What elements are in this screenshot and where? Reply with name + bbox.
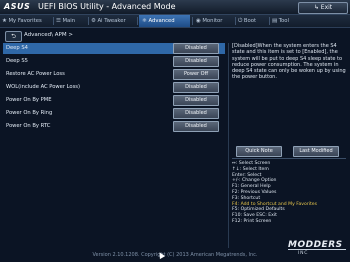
setting-row-power-on-by-ring[interactable]: Power On By Ring Disabled [3,108,225,119]
power-icon: ⏻ [238,18,243,24]
setting-row-power-on-by-pme[interactable]: Power On By PME Disabled [3,95,225,106]
setting-value-button[interactable]: Disabled [173,108,219,119]
star-icon: ★ [2,18,7,24]
breadcrumb: Advanced\ APM > [24,32,73,38]
tab-bar: ★ My Favorites ☰ Main ⚙ Ai Tweaker ⚛ Advance… [0,15,350,28]
asus-logo: ASUS [4,2,31,11]
tool-icon: ▤ [272,18,278,24]
setting-value-button[interactable]: Power Off [173,69,219,80]
setting-value-button[interactable]: Disabled [173,56,219,67]
tab-ai-tweaker[interactable]: ⚙ Ai Tweaker [91,15,135,27]
tweaker-icon: ⚙ [91,18,96,24]
key-legend: ↔: Select Screen ↑↓: Select Item Enter: … [232,161,346,225]
setting-label: Power On By RTC [6,123,51,129]
setting-value-button[interactable]: Disabled [173,43,219,54]
setting-value-button[interactable]: Disabled [173,121,219,132]
monitor-icon: ◉ [196,18,201,24]
setting-row-restore-ac-power-loss[interactable]: Restore AC Power Loss Power Off [3,69,225,80]
watermark-divider [288,249,346,250]
setting-label: Restore AC Power Loss [6,71,65,77]
setting-label: Power On By Ring [6,110,53,116]
setting-label: WOL(include AC Power Loss) [6,84,81,90]
setting-row-power-on-by-rtc[interactable]: Power On By RTC Disabled [3,121,225,132]
setting-label: Deep S4 [6,45,28,51]
back-button[interactable]: ⮌ [5,31,22,42]
exit-label: Exit [320,4,333,11]
last-modified-button[interactable]: Last Modified [293,146,339,157]
setting-row-deep-s5[interactable]: Deep S5 Disabled [3,56,225,67]
tab-advanced[interactable]: ⚛ Advanced [139,15,190,27]
quick-note-button[interactable]: Quick Note [236,146,282,157]
list-icon: ☰ [56,18,61,24]
setting-label: Power On By PME [6,97,52,103]
watermark-subtitle: INC [298,251,309,256]
window-title: UEFI BIOS Utility - Advanced Mode [38,2,176,11]
advanced-icon: ⚛ [142,18,147,24]
exit-icon: ↳ [313,4,319,11]
help-divider [232,158,346,159]
help-description: [Disabled]When the system enters the S4 … [232,43,346,81]
tab-monitor[interactable]: ◉ Monitor [196,15,232,27]
panel-divider [228,43,229,248]
tab-boot[interactable]: ⏻ Boot [238,15,266,27]
setting-value-button[interactable]: Disabled [173,82,219,93]
setting-value-button[interactable]: Disabled [173,95,219,106]
setting-label: Deep S5 [6,58,28,64]
tab-main[interactable]: ☰ Main [56,15,86,27]
setting-row-wol[interactable]: WOL(include AC Power Loss) Disabled [3,82,225,93]
tab-my-favorites[interactable]: ★ My Favorites [2,15,52,27]
exit-button[interactable]: ↳ Exit [298,2,348,14]
setting-row-deep-s4[interactable]: Deep S4 Disabled [3,43,225,54]
settings-list: Deep S4 Disabled Deep S5 Disabled Restor… [3,43,225,248]
tab-tool[interactable]: ▤ Tool [272,15,300,27]
key-hint: F12: Print Screen [232,218,272,224]
back-arrow-icon: ⮌ [11,33,16,40]
